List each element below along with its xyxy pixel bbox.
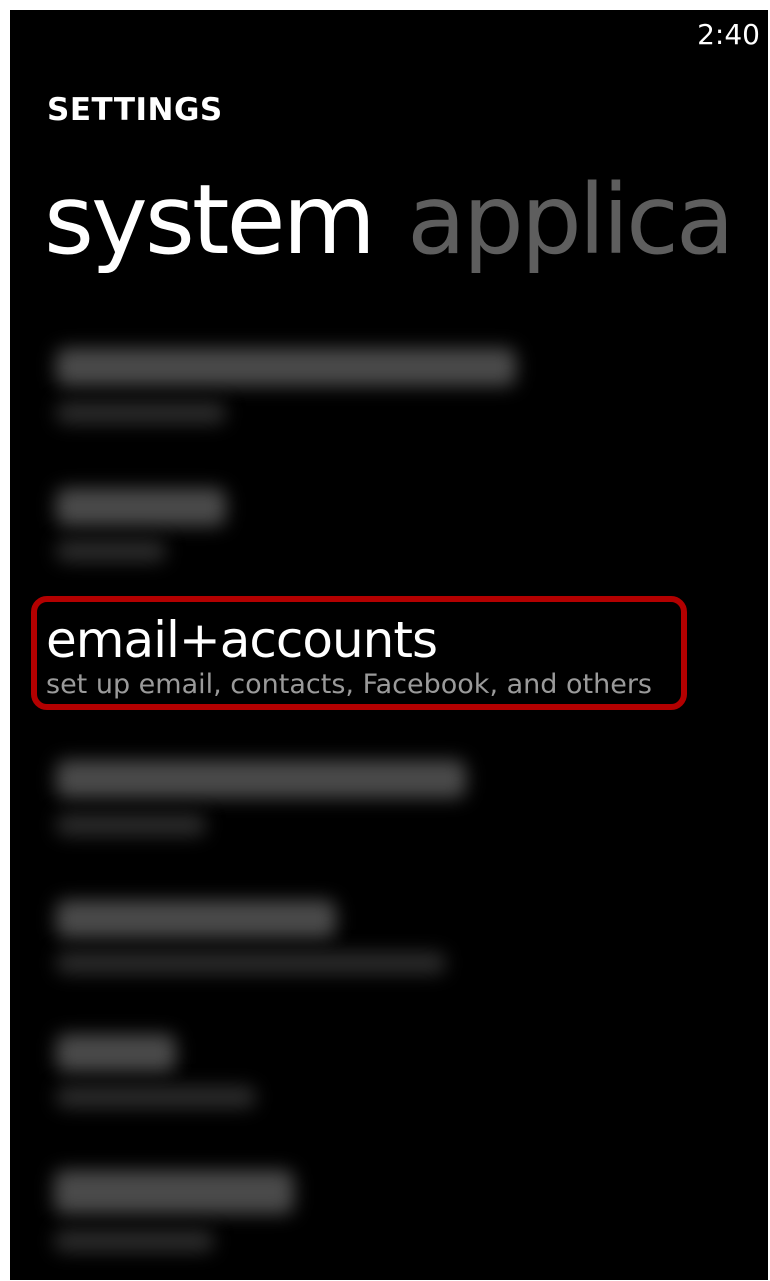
blurred-list-item[interactable] — [46, 748, 506, 838]
pivot-header: system applica — [44, 160, 735, 280]
blurred-list-item[interactable] — [46, 888, 486, 978]
email-accounts-subtitle: set up email, contacts, Facebook, and ot… — [46, 669, 652, 700]
blurred-subtitle — [54, 1230, 214, 1252]
blurred-subtitle — [56, 402, 226, 424]
status-time: 2:40 — [697, 18, 760, 51]
blurred-title — [56, 760, 466, 798]
blurred-subtitle — [56, 814, 206, 836]
phone-screen: 2:40 SETTINGS system applica email+accoun… — [10, 10, 768, 1280]
blurred-subtitle — [56, 1086, 256, 1108]
list-item-email-accounts[interactable]: email+accounts set up email, contacts, F… — [46, 612, 652, 702]
blurred-title — [56, 900, 336, 938]
app-title: SETTINGS — [47, 92, 223, 128]
blurred-list-item[interactable] — [46, 340, 546, 430]
blurred-title — [56, 1034, 176, 1072]
pivot-item-applications[interactable]: applica — [407, 164, 735, 276]
blurred-title — [56, 488, 226, 526]
blurred-list-item[interactable] — [46, 1020, 306, 1110]
blurred-subtitle — [56, 952, 446, 974]
blurred-title — [54, 1170, 294, 1214]
blurred-list-item[interactable] — [46, 1158, 346, 1268]
blurred-subtitle — [56, 540, 166, 562]
email-accounts-title: email+accounts — [46, 611, 438, 669]
pivot-item-system[interactable]: system — [44, 164, 376, 276]
blurred-title — [56, 348, 516, 386]
blurred-list-item[interactable] — [46, 478, 346, 568]
